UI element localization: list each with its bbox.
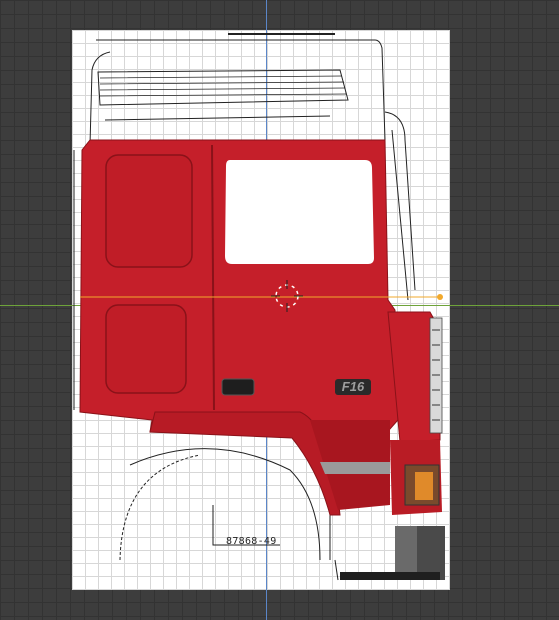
selection-vertex[interactable]	[437, 294, 443, 300]
3d-viewport[interactable]: F16 87868-49	[0, 0, 559, 620]
model-badge: F16	[335, 379, 371, 395]
cab-body	[79, 139, 445, 580]
part-number-label: 87868-49	[226, 536, 277, 547]
truck-cab-scene	[73, 33, 445, 581]
